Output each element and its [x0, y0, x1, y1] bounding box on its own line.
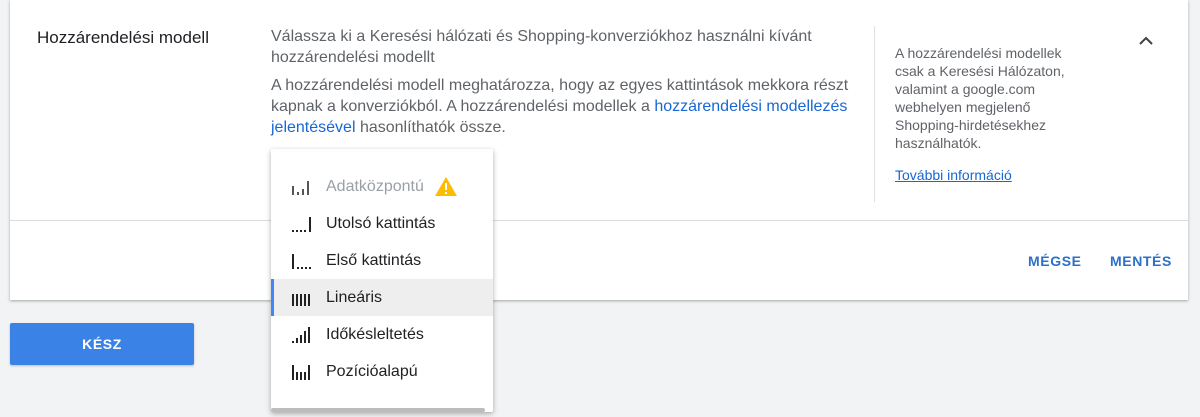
description-detail: A hozzárendelési modell meghatározza, ho… — [271, 75, 851, 138]
option-label: Időkésleltetés — [326, 325, 424, 343]
option-label: Utolsó kattintás — [326, 214, 436, 232]
settings-row: Hozzárendelési modell Válassza ki a Kere… — [10, 0, 1188, 221]
option-time-decay[interactable]: Időkésleltetés — [271, 316, 493, 353]
option-last-click[interactable]: Utolsó kattintás — [271, 205, 493, 242]
first-click-icon — [292, 253, 311, 269]
last-click-icon — [292, 216, 311, 232]
data-driven-icon — [292, 180, 309, 195]
position-based-icon — [292, 364, 310, 380]
learn-more-link[interactable]: További információ — [895, 167, 1012, 183]
attribution-model-dropdown: Adatközpontú Utolsó kattintás Első katti… — [271, 149, 493, 412]
option-position-based[interactable]: Pozícióalapú — [271, 353, 493, 390]
option-label: Adatközpontú — [326, 177, 424, 195]
save-button[interactable]: MENTÉS — [1110, 253, 1172, 269]
side-note: A hozzárendelési modellek csak a Keresés… — [895, 45, 1065, 151]
option-label: Első kattintás — [326, 251, 422, 269]
collapse-button[interactable] — [1134, 28, 1158, 52]
option-linear[interactable]: Lineáris — [271, 279, 493, 316]
done-button[interactable]: KÉSZ — [10, 323, 194, 365]
section-title: Hozzárendelési modell — [37, 28, 209, 47]
option-label: Pozícióalapú — [326, 362, 418, 380]
description-text-end: hasonlíthatók össze. — [355, 119, 506, 136]
description-intro: Válassza ki a Keresési hálózati és Shopp… — [271, 28, 812, 66]
option-data-driven: Adatközpontú — [271, 168, 493, 205]
time-decay-icon — [292, 326, 310, 343]
option-first-click[interactable]: Első kattintás — [271, 242, 493, 279]
chevron-up-icon — [1139, 36, 1153, 45]
vertical-divider — [874, 26, 875, 202]
linear-icon — [292, 293, 310, 306]
warning-icon — [434, 177, 457, 196]
attribution-model-card: Hozzárendelési modell Válassza ki a Kere… — [10, 0, 1188, 300]
option-label: Lineáris — [326, 288, 383, 306]
section-description: Válassza ki a Keresési hálózati és Shopp… — [271, 26, 851, 145]
cancel-button[interactable]: MÉGSE — [1028, 253, 1082, 269]
